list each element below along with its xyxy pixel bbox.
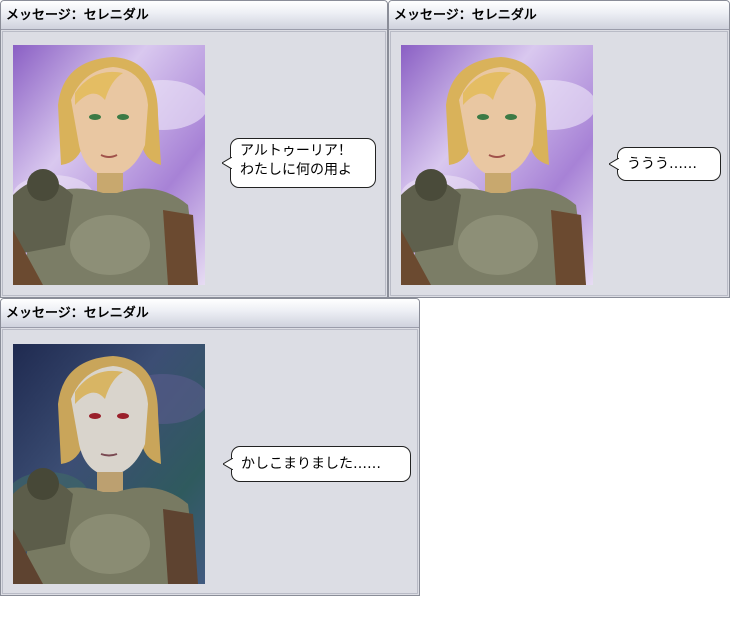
message-window-2: メッセージ：セレニダル ううう…… (388, 0, 730, 298)
dialogue-line-1: かしこまりました…… (241, 456, 381, 472)
window-title: メッセージ：セレニダル (1, 1, 387, 30)
speech-tail-icon (609, 158, 619, 170)
speech-bubble: かしこまりました…… (223, 446, 411, 482)
window-body: かしこまりました…… (2, 329, 418, 594)
speech-bubble: ううう…… (609, 147, 721, 181)
character-portrait (13, 344, 205, 584)
window-title: メッセージ：セレニダル (389, 1, 729, 30)
message-window-3: メッセージ：セレニダル かしこまりました…… (0, 298, 420, 596)
window-title: メッセージ：セレニダル (1, 299, 419, 328)
dialogue-line-1: ううう…… (627, 156, 697, 172)
speech-tail-icon (223, 458, 233, 470)
speech-bubble: アルトゥーリア！ わたしに何の用よ (222, 138, 376, 188)
dialogue-line-2: わたしに何の用よ (240, 162, 352, 178)
window-body: アルトゥーリア！ わたしに何の用よ (2, 31, 386, 296)
character-portrait (401, 45, 593, 285)
message-window-1: メッセージ：セレニダル アルトゥーリア！ わたしに何の用よ (0, 0, 388, 298)
speech-tail-icon (222, 157, 232, 169)
character-portrait (13, 45, 205, 285)
window-body: ううう…… (390, 31, 728, 296)
dialogue-line-1: アルトゥーリア！ (240, 143, 352, 159)
